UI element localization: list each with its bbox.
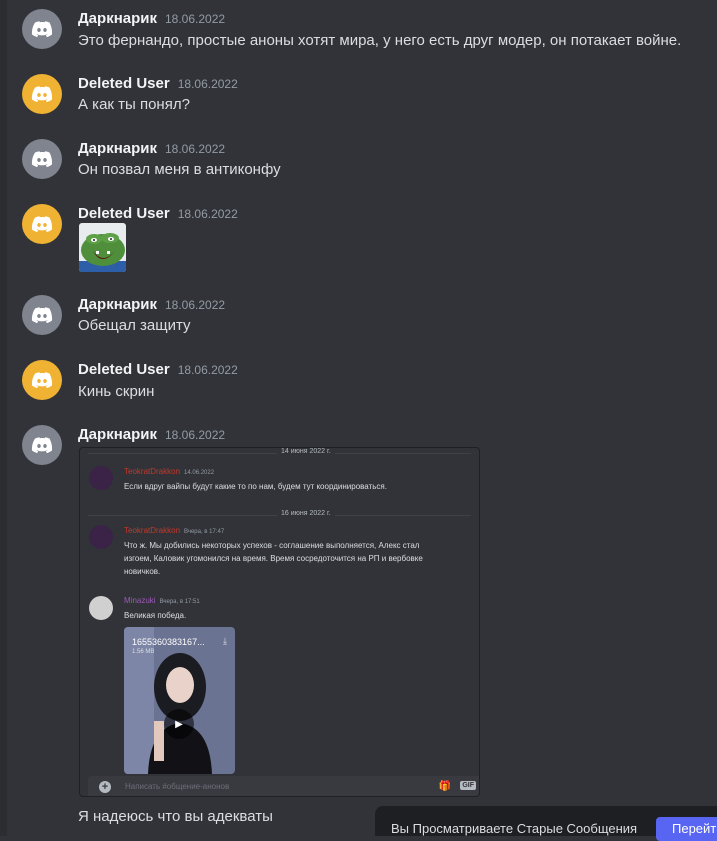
- video-size: 1.56 MB: [132, 649, 155, 655]
- old-messages-banner: Вы Просматриваете Старые Сообщения Перей…: [375, 806, 717, 841]
- timestamp: 18.06.2022: [165, 12, 226, 26]
- download-icon[interactable]: ⤓: [223, 636, 227, 647]
- avatar: [89, 525, 113, 549]
- discord-logo-icon[interactable]: [22, 425, 62, 465]
- post-text: Великая победа.: [124, 611, 187, 620]
- message-text: Это фернандо, простые аноны хотят мира, …: [78, 32, 682, 49]
- discord-logo-icon[interactable]: [22, 139, 62, 179]
- timestamp: 18.06.2022: [177, 77, 238, 91]
- screenshot-attachment[interactable]: 14 июня 2022 г. TeokratDrakkon 14.06.2022…: [79, 447, 480, 797]
- discord-logo-icon[interactable]: [22, 360, 62, 400]
- timestamp: 18.06.2022: [165, 298, 226, 312]
- message-text: Кинь скрин: [78, 383, 155, 400]
- post-author: TeokratDrakkon 14.06.2022: [124, 467, 215, 476]
- username[interactable]: Deleted User 18.06.2022: [78, 361, 238, 378]
- play-icon[interactable]: ▶: [164, 709, 194, 739]
- avatar: [89, 596, 113, 620]
- gift-icon[interactable]: 🎁: [439, 781, 451, 792]
- discord-logo-icon[interactable]: [22, 295, 62, 335]
- username[interactable]: Даркнарик 18.06.2022: [78, 140, 225, 157]
- message-input-bar[interactable]: + Написать #общение-анонов 🎁 GIF: [88, 776, 479, 796]
- left-edge: [0, 0, 7, 836]
- message-input-placeholder: Написать #общение-анонов: [125, 782, 230, 791]
- username[interactable]: Даркнарик 18.06.2022: [78, 296, 225, 313]
- gif-button[interactable]: GIF: [460, 781, 476, 790]
- username[interactable]: Deleted User 18.06.2022: [78, 205, 238, 222]
- banner-text: Вы Просматриваете Старые Сообщения: [391, 821, 638, 836]
- timestamp: 18.06.2022: [165, 142, 226, 156]
- message-text: Обещал защиту: [78, 317, 191, 334]
- discord-logo-icon[interactable]: [22, 204, 62, 244]
- message-text: Я надеюсь что вы адекваты: [78, 808, 273, 825]
- timestamp: 18.06.2022: [177, 363, 238, 377]
- username[interactable]: Даркнарик 18.06.2022: [78, 426, 225, 443]
- plus-circle-icon[interactable]: +: [99, 781, 111, 793]
- video-attachment[interactable]: 1655360383167... 1.56 MB ⤓ ▶: [124, 627, 235, 774]
- avatar: [89, 466, 113, 490]
- discord-logo-icon[interactable]: [22, 74, 62, 114]
- timestamp: 18.06.2022: [165, 428, 226, 442]
- pepe-image[interactable]: [79, 223, 126, 272]
- post-author: TeokratDrakkon Вчера, в 17:47: [124, 526, 225, 535]
- username[interactable]: Deleted User 18.06.2022: [78, 75, 238, 92]
- message-text: А как ты понял?: [78, 96, 190, 113]
- post-text: Что ж. Мы добились некоторых успехов - с…: [124, 541, 423, 576]
- video-filename: 1655360383167...: [132, 637, 205, 647]
- date-divider-label: 14 июня 2022 г.: [277, 448, 335, 455]
- post-text: Если вдруг вайпы будут какие то по нам, …: [124, 482, 387, 491]
- message-text: Он позвал меня в антиконфу: [78, 161, 281, 178]
- jump-to-present-button[interactable]: Перейти: [656, 817, 717, 841]
- post-author: Minazuki Вчера, в 17:51: [124, 596, 200, 605]
- discord-logo-icon[interactable]: [22, 9, 62, 49]
- username[interactable]: Даркнарик 18.06.2022: [78, 10, 225, 27]
- date-divider-label: 16 июня 2022 г.: [277, 510, 335, 517]
- timestamp: 18.06.2022: [177, 207, 238, 221]
